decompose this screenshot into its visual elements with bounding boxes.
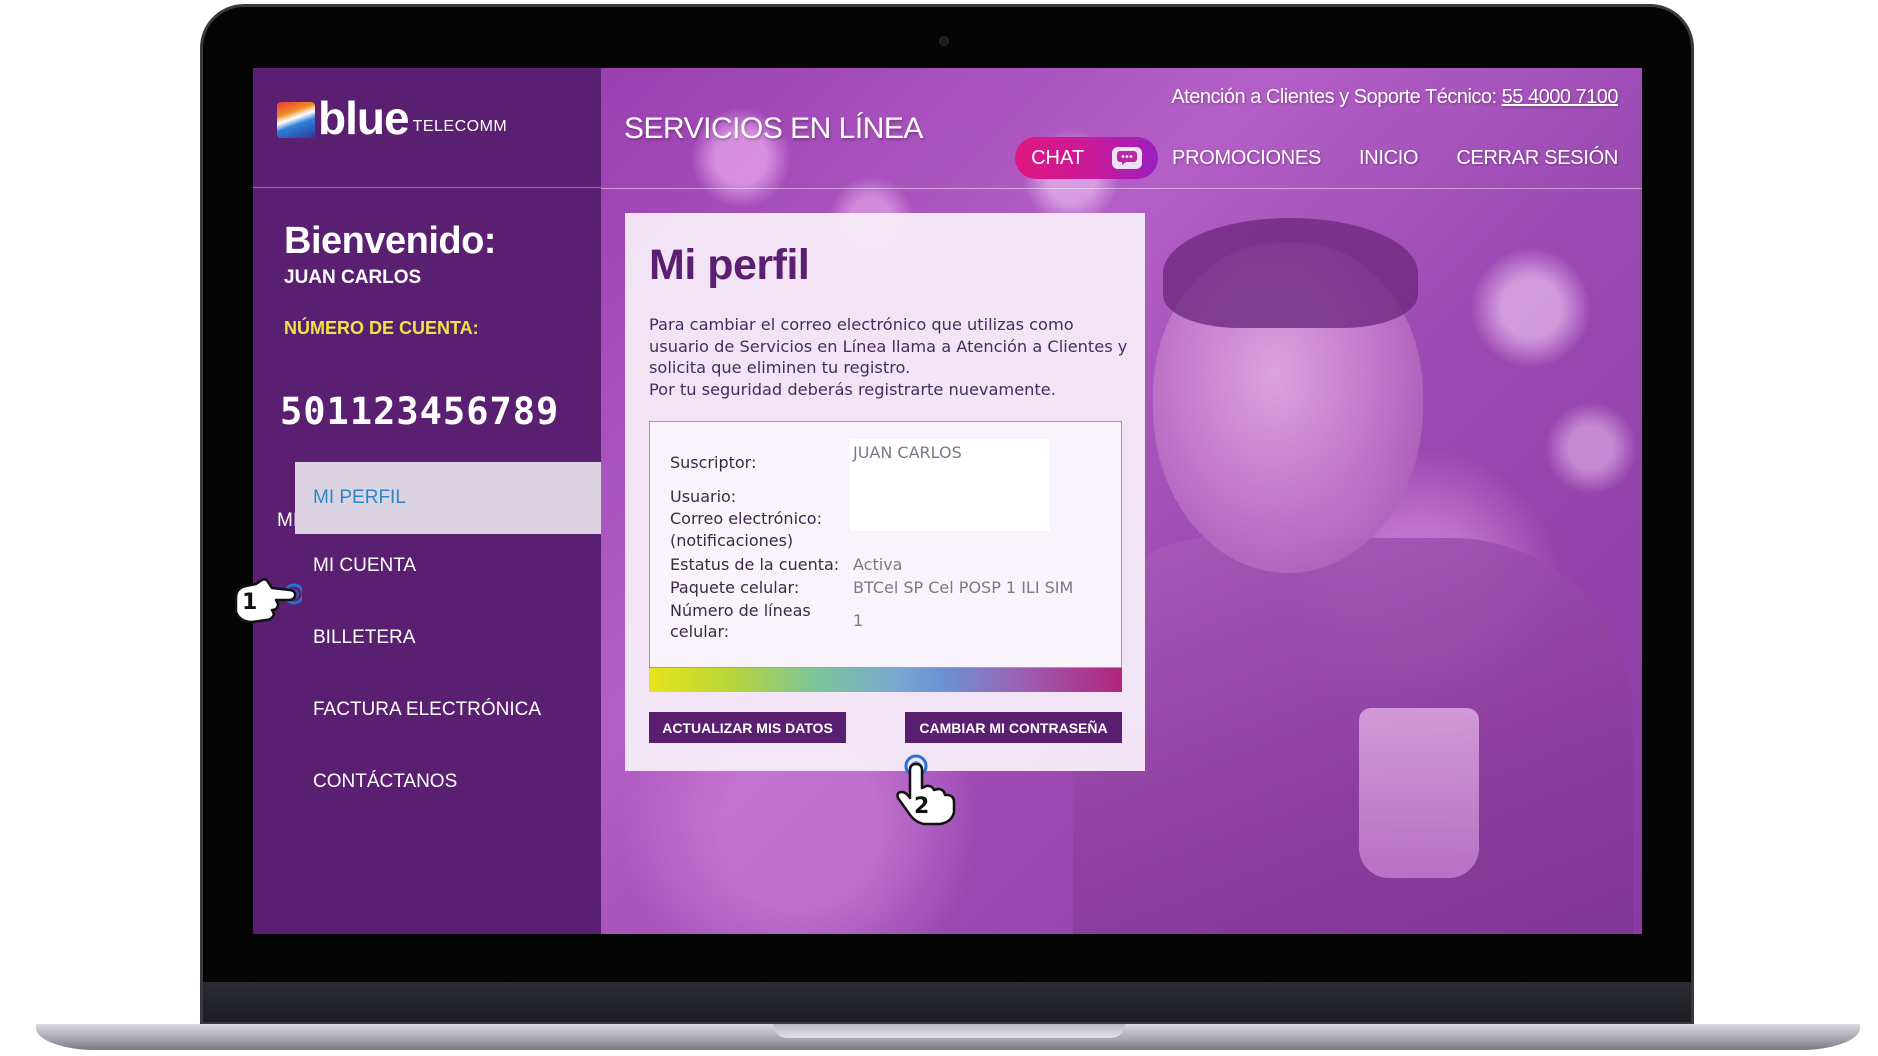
nav-promociones[interactable]: PROMOCIONES [1172, 147, 1321, 170]
camera-icon [939, 36, 949, 46]
brand-suffix: TELECOMM [412, 118, 508, 135]
subscriber-label: Suscriptor: [670, 453, 757, 472]
user-label: Usuario: [670, 487, 737, 506]
subscriber-value: JUAN CARLOS [853, 443, 962, 462]
profile-description: Para cambiar el correo electrónico que u… [649, 314, 1129, 400]
sidebar-item-label: FACTURA ELECTRÓNICA [313, 699, 542, 720]
status-label: Estatus de la cuenta: [670, 555, 840, 574]
package-label: Paquete celular: [670, 578, 800, 597]
sidebar-item-label: BILLETERA [313, 627, 416, 648]
hero-person-hair [1163, 218, 1418, 328]
sidebar-header: blue TELECOMM [253, 68, 601, 188]
sidebar: blue TELECOMM Bienvenido: JUAN CARLOS NÚ… [253, 68, 601, 934]
lines-value: 1 [853, 611, 864, 630]
brand-name: blue [318, 92, 410, 144]
account-number-label: NÚMERO DE CUENTA: [284, 318, 479, 338]
status-value: Activa [853, 555, 903, 574]
chat-label: CHAT [1031, 146, 1085, 169]
change-password-button[interactable]: CAMBIAR MI CONTRASEÑA [905, 712, 1122, 743]
email-label-note: (notificaciones) [670, 531, 794, 550]
nav-inicio[interactable]: INICIO [1359, 147, 1419, 170]
chat-bubble-icon [1112, 147, 1143, 169]
top-nav: CHAT PROMOCIONES INICIO CERRAR SESIÓN [1015, 137, 1618, 179]
sidebar-item-mi-perfil[interactable]: MI PERFIL [295, 462, 601, 534]
support-contact: Atención a Clientes y Soporte Técnico: 5… [1171, 86, 1618, 109]
decorative-gradient-bar [649, 668, 1122, 692]
support-label: Atención a Clientes y Soporte Técnico: [1171, 86, 1497, 108]
profile-description-text: Para cambiar el correo electrónico que u… [649, 315, 1128, 377]
chat-button[interactable]: CHAT [1015, 137, 1159, 179]
profile-description-note: Por tu seguridad deberás registrarte nue… [649, 379, 1056, 399]
user-name: JUAN CARLOS [284, 267, 422, 288]
step-number-1: 1 [242, 590, 258, 615]
profile-card: Mi perfil Para cambiar el correo electró… [625, 213, 1145, 771]
sidebar-item-label: CONTÁCTANOS [313, 771, 458, 792]
page-section-title: SERVICIOS EN LÍNEA [624, 112, 923, 145]
pointing-hand-icon: 2 [890, 742, 960, 826]
lines-label: Número de líneas [670, 601, 811, 620]
hero-person-body [1073, 538, 1633, 934]
page-title: Mi perfil [649, 241, 810, 289]
package-value: BTCel SP Cel POSP 1 ILI SIM [853, 578, 1074, 597]
lines-label-note: celular: [670, 622, 730, 641]
update-data-button[interactable]: ACTUALIZAR MIS DATOS [649, 712, 846, 743]
account-number: 501123456789 [280, 390, 560, 433]
brand-logo[interactable]: blue TELECOMM [277, 92, 508, 144]
laptop-notch [773, 1024, 1125, 1038]
nav-cerrar-sesion[interactable]: CERRAR SESIÓN [1456, 147, 1618, 170]
email-label: Correo electrónico: [670, 509, 822, 528]
sidebar-item-mi-cuenta[interactable]: MI CUENTA [295, 530, 601, 602]
laptop-hinge [203, 982, 1691, 1022]
sidebar-item-label: MI CUENTA [313, 555, 417, 576]
chat-bubble-svg [1117, 151, 1138, 165]
logo-mark-icon [277, 102, 315, 138]
pointing-hand-icon: 1 [232, 568, 305, 626]
support-phone-link[interactable]: 55 4000 7100 [1502, 86, 1619, 108]
sidebar-item-label: MI PERFIL [313, 487, 406, 508]
profile-info-box: Suscriptor: JUAN CARLOS Usuario: Correo … [649, 421, 1122, 668]
sidebar-item-contactanos[interactable]: CONTÁCTANOS [295, 746, 601, 818]
sidebar-item-factura-electronica[interactable]: FACTURA ELECTRÓNICA [295, 674, 601, 746]
sidebar-item-billetera[interactable]: BILLETERA [295, 602, 601, 674]
welcome-heading: Bienvenido: [284, 220, 496, 262]
step-number-2: 2 [914, 794, 930, 819]
hero-cup [1359, 708, 1479, 878]
